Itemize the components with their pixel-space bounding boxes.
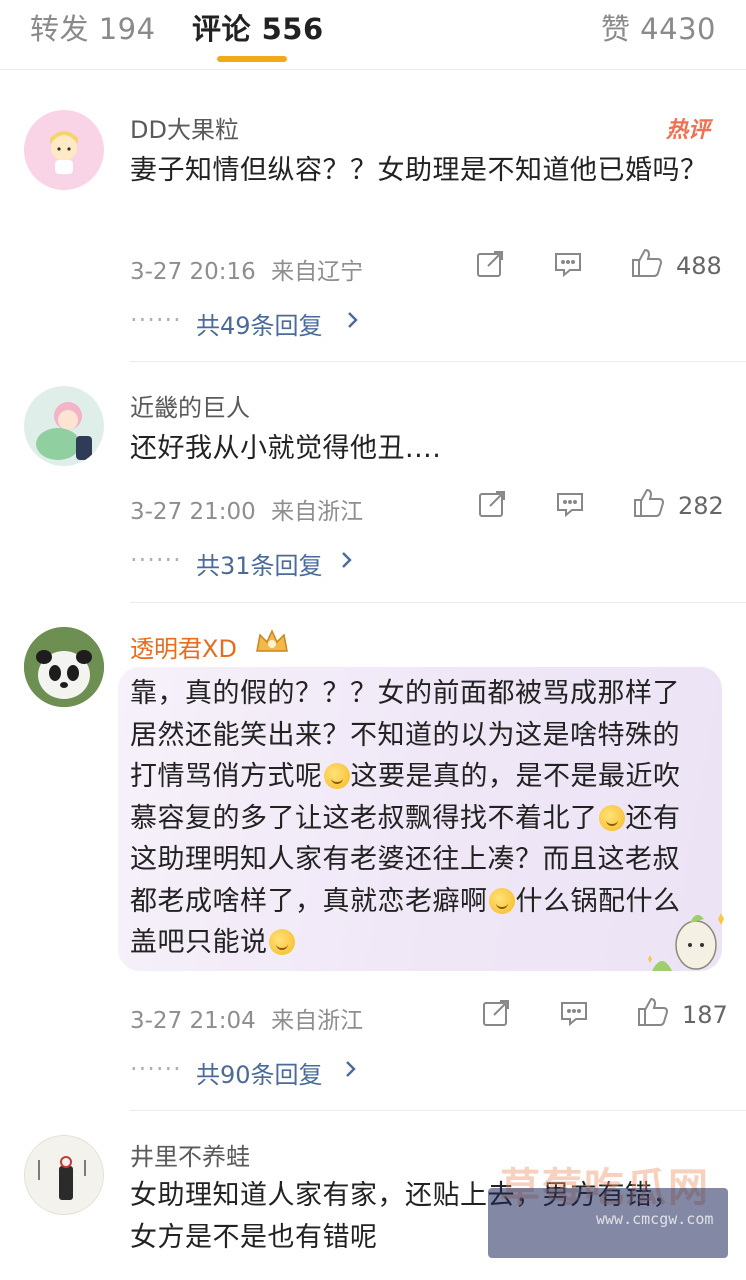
tab-comments[interactable]: 评论 556: [192, 6, 324, 48]
replies-count[interactable]: 共49条回复: [196, 306, 323, 341]
replies-dots: ······: [130, 546, 182, 574]
comment-time: 3-27 21:04: [130, 1008, 256, 1034]
sweat-emoji-icon: [268, 929, 295, 955]
divider: [130, 361, 746, 362]
comment-meta: 3-27 21:04 来自浙江: [130, 1001, 363, 1035]
chevron-right-icon: [340, 548, 356, 570]
smirk-emoji-icon: [488, 887, 515, 914]
comment-location: 来自浙江: [271, 1008, 364, 1034]
avatar[interactable]: [24, 1135, 104, 1215]
divider: [130, 1110, 746, 1111]
like-count: 488: [676, 252, 722, 280]
watermark-site: www.cmcgw.com: [596, 1210, 714, 1228]
hot-comment-badge: 热评: [665, 118, 710, 143]
username[interactable]: 井里不养蛙: [130, 1137, 250, 1172]
replies-link[interactable]: ······ 共31条回复: [130, 546, 352, 580]
like-count: 187: [682, 1001, 728, 1029]
active-tab-indicator: [217, 56, 287, 62]
comment-meta: 3-27 21:00 来自浙江: [130, 492, 363, 526]
divider: [130, 602, 746, 603]
chevron-right-icon: [344, 1057, 360, 1079]
username[interactable]: DD大果粒: [130, 110, 239, 145]
avatar[interactable]: [24, 110, 104, 190]
avatar[interactable]: [24, 386, 104, 466]
comment-meta: 3-27 20:16 来自辽宁: [130, 252, 363, 286]
replies-dots: ······: [130, 1055, 182, 1083]
username[interactable]: 近畿的巨人: [130, 388, 250, 423]
comment-icon[interactable]: [554, 488, 590, 524]
share-icon[interactable]: [474, 248, 510, 284]
share-icon[interactable]: [476, 488, 512, 524]
chevron-right-icon: [346, 308, 362, 330]
tab-repost[interactable]: 转发 194: [30, 6, 156, 48]
like-count: 282: [678, 492, 724, 520]
like-icon[interactable]: [630, 246, 666, 282]
replies-link[interactable]: ······ 共90条回复: [130, 1055, 356, 1089]
avatar[interactable]: [24, 627, 104, 707]
replies-count[interactable]: 共31条回复: [196, 546, 323, 581]
like-icon[interactable]: [632, 486, 668, 522]
replies-count[interactable]: 共90条回复: [196, 1055, 323, 1090]
comment-text: 靠，真的假的？？？女的前面都被骂成那样了居然还能笑出来？不知道的以为这是啥特殊的…: [130, 673, 700, 964]
comment-location: 来自辽宁: [271, 259, 364, 285]
replies-link[interactable]: ······ 共49条回复: [130, 306, 358, 340]
smirk-emoji-icon: [323, 763, 350, 789]
smirk-emoji-icon: [598, 804, 625, 831]
comment-tabs: 转发 194 评论 556 赞 4430: [0, 0, 746, 70]
share-icon[interactable]: [480, 997, 516, 1033]
comment-icon[interactable]: [552, 248, 588, 284]
comment-location: 来自浙江: [271, 499, 364, 525]
comment-text: 妻子知情但纵容？？女助理是不知道他已婚吗？: [130, 155, 708, 186]
comment-icon[interactable]: [558, 997, 594, 1033]
like-icon[interactable]: [636, 995, 672, 1031]
replies-dots: ······: [130, 306, 182, 334]
comment-text: 还好我从小就觉得他丑....: [130, 433, 442, 464]
comment-time: 3-27 21:00: [130, 499, 256, 525]
crown-icon: [254, 627, 290, 657]
tab-likes[interactable]: 赞 4430: [601, 6, 716, 48]
username[interactable]: 透明君XD: [130, 629, 237, 664]
bubble-sticker-icon: [640, 901, 732, 981]
comment-time: 3-27 20:16: [130, 259, 256, 285]
